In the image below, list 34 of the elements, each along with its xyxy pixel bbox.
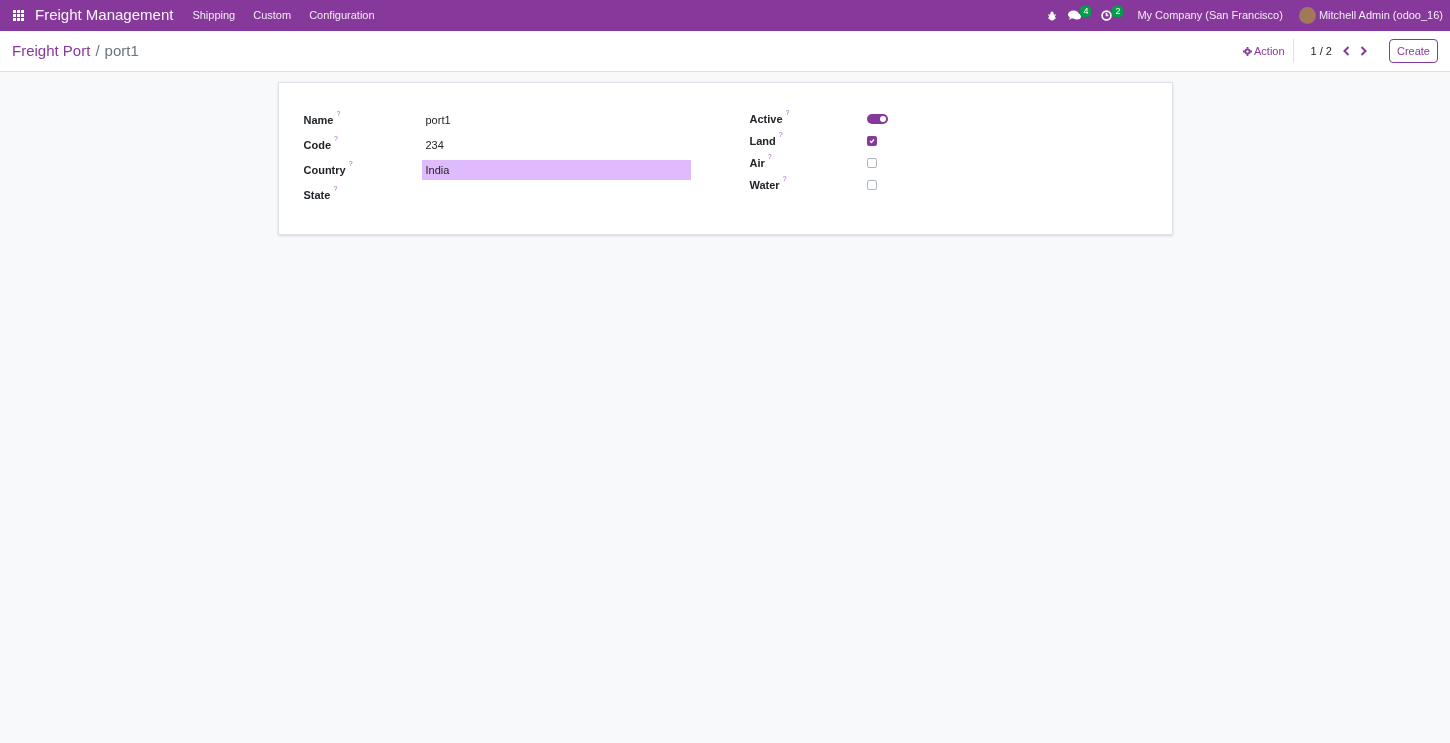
clock-icon[interactable]: [1101, 10, 1113, 21]
field-label: Land: [749, 133, 776, 149]
field-label: Country: [303, 162, 346, 178]
app-title[interactable]: Freight Management: [35, 4, 174, 27]
field-label: Air: [749, 155, 765, 171]
breadcrumb-current: port1: [104, 40, 139, 61]
next-icon[interactable]: [1359, 46, 1367, 56]
activity-count-badge: 2: [1112, 5, 1124, 17]
field-label: Code: [303, 137, 331, 153]
menu-item[interactable]: Configuration: [300, 7, 384, 24]
field-label: State: [303, 187, 331, 203]
field-label: Name: [303, 112, 334, 128]
action-button[interactable]: Action: [1243, 39, 1294, 63]
pager-value[interactable]: 1 / 2: [1310, 42, 1332, 60]
gear-icon: [1243, 46, 1252, 56]
input-field[interactable]: India: [421, 160, 691, 180]
breadcrumb-link[interactable]: Freight Port: [12, 39, 91, 63]
previous-icon[interactable]: [1342, 46, 1350, 56]
field-label: Water: [749, 177, 780, 193]
menu-item[interactable]: Shipping: [183, 7, 245, 24]
checkbox[interactable]: [866, 158, 877, 168]
user-menu[interactable]: Mitchell Admin (odoo_16): [1318, 7, 1443, 24]
checkbox[interactable]: [866, 180, 877, 190]
checkbox[interactable]: [866, 136, 877, 146]
field-label: Active: [749, 111, 783, 127]
toggle-switch[interactable]: [866, 114, 888, 124]
message-count-badge: 4: [1080, 5, 1092, 17]
chat-icon[interactable]: [1068, 10, 1082, 21]
create-button[interactable]: Create: [1388, 39, 1438, 63]
bug-icon[interactable]: [1047, 10, 1058, 21]
company-switcher[interactable]: My Company (San Francisco): [1137, 7, 1283, 24]
menu-item[interactable]: Custom: [244, 7, 301, 24]
breadcrumb-separator: /: [95, 40, 100, 61]
apps-menu-icon[interactable]: [13, 10, 24, 21]
